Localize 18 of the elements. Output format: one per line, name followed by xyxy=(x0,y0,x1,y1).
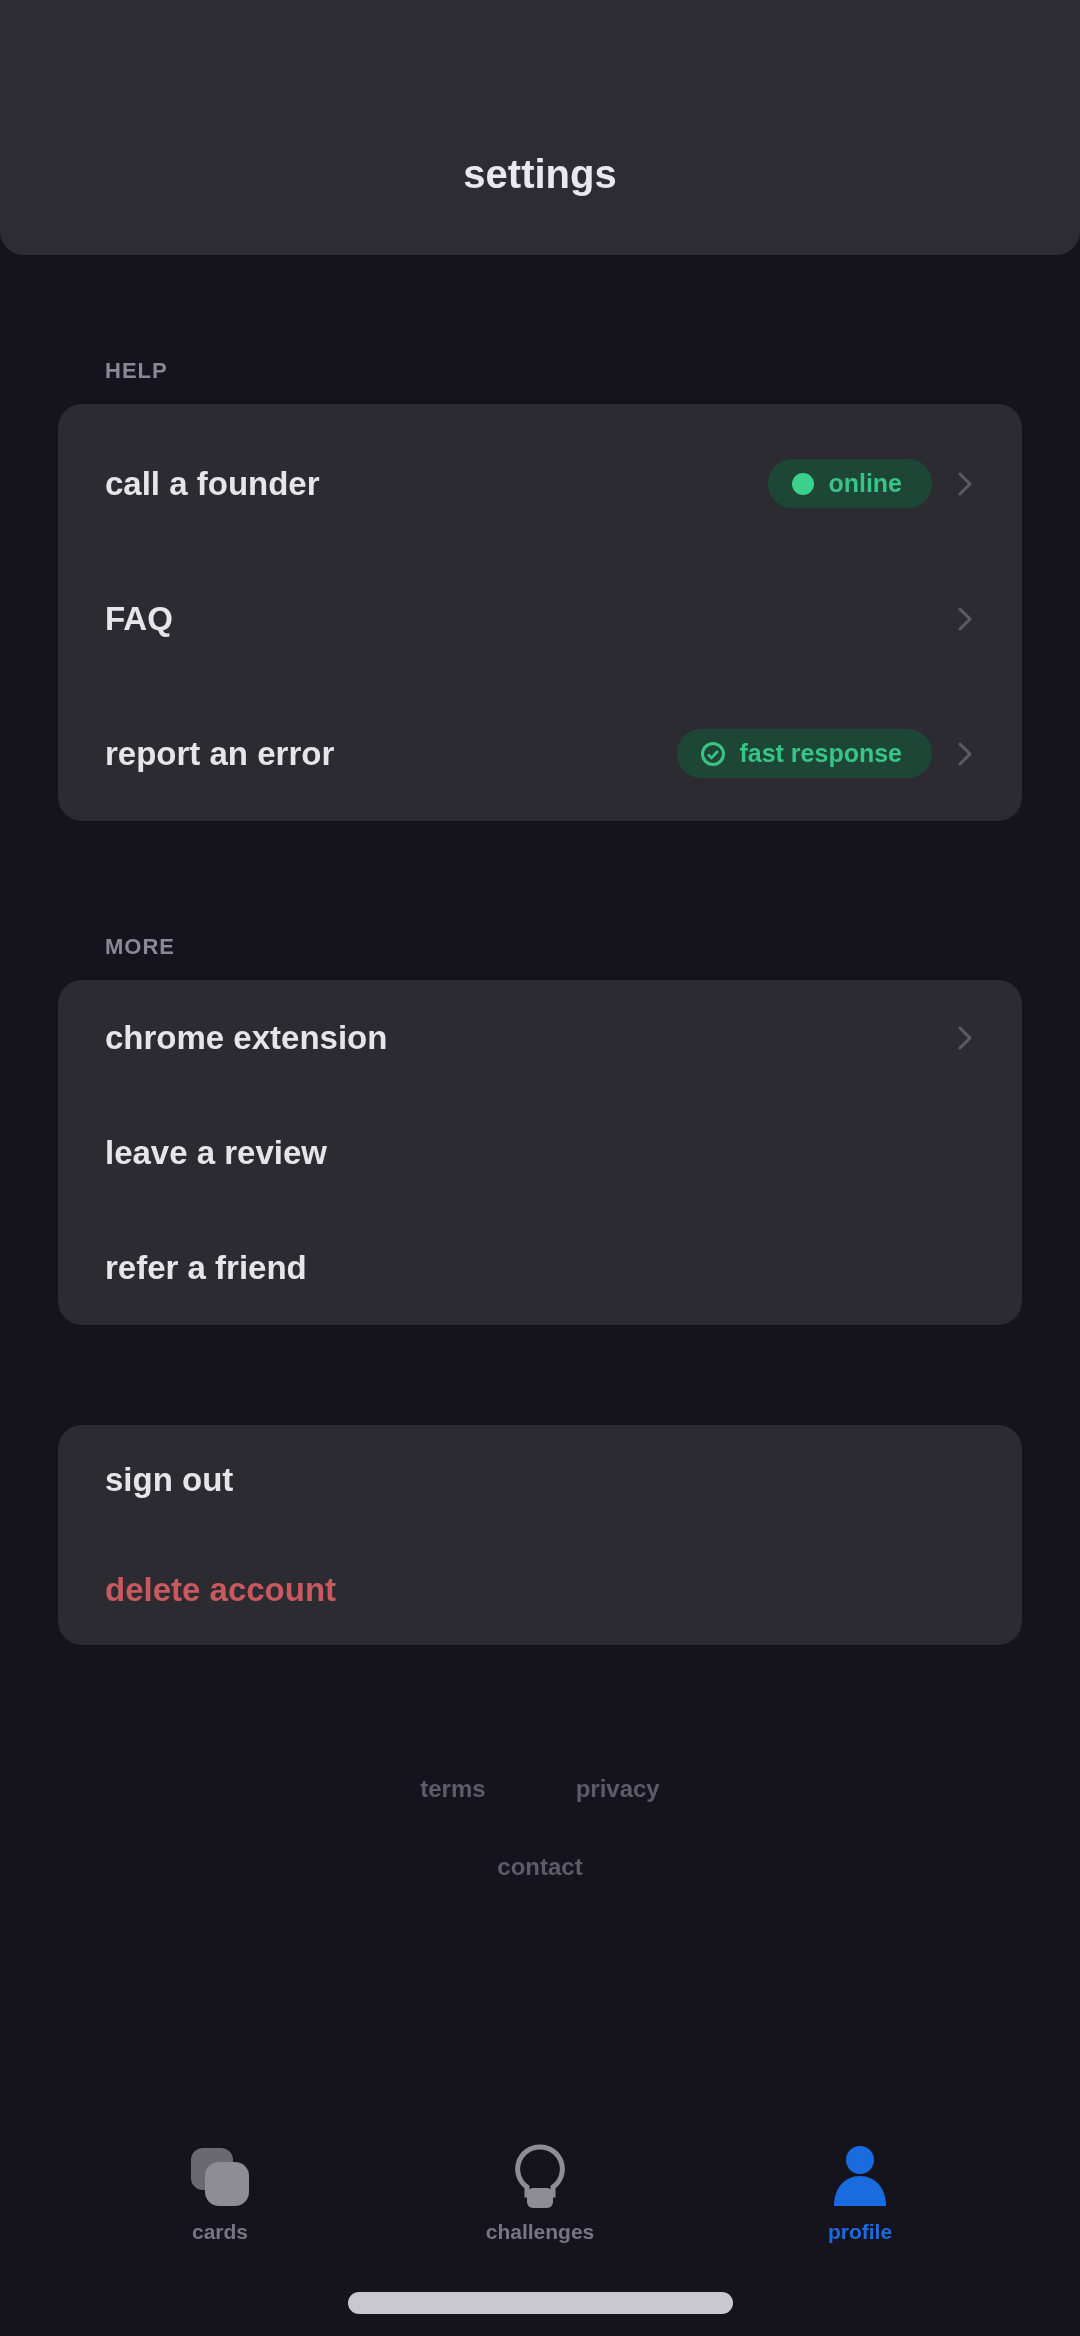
settings-item[interactable]: sign out xyxy=(105,1461,234,1499)
settings-item[interactable]: FAQ xyxy=(105,599,173,638)
tab-bar-item[interactable]: challenges xyxy=(420,2144,660,2244)
settings-item[interactable]: leave a review xyxy=(105,1133,327,1172)
lightbulb-icon xyxy=(514,2144,566,2210)
badge-text: online xyxy=(828,469,902,498)
tab-bar-item[interactable]: profile xyxy=(740,2144,980,2244)
badge-text: fast response xyxy=(739,739,902,768)
status-dot-icon xyxy=(792,472,815,495)
page-title: settings xyxy=(463,152,617,197)
settings-item[interactable]: report an error xyxy=(105,734,335,773)
settings-item[interactable]: refer a friend xyxy=(105,1248,307,1287)
tab-bar-item[interactable]: cards xyxy=(100,2144,340,2244)
settings-item[interactable]: call a founder xyxy=(105,464,320,503)
section-label: MORE xyxy=(105,934,175,960)
section-label: HELP xyxy=(105,358,168,384)
check-circle-icon xyxy=(701,741,726,766)
settings-item[interactable]: chrome extension xyxy=(105,1018,388,1057)
